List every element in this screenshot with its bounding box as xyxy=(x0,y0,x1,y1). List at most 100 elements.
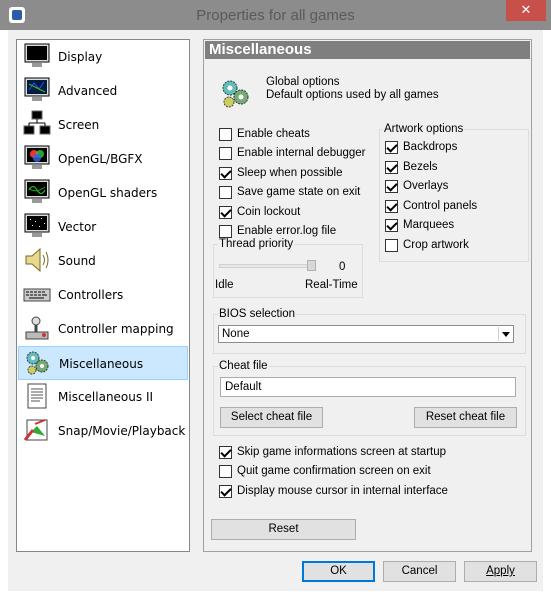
network-screens-icon xyxy=(23,110,51,135)
sidebar-item-label: Controller mapping xyxy=(58,322,174,336)
checkbox-label: Control panels xyxy=(403,200,478,212)
checkbox-box[interactable] xyxy=(385,218,398,232)
checkbox-label: Enable internal debugger xyxy=(237,147,366,159)
artwork-options-title: Artwork options xyxy=(383,123,465,135)
reset-cheat-file-button[interactable]: Reset cheat file xyxy=(414,407,517,428)
select-cheat-file-button[interactable]: Select cheat file xyxy=(220,407,323,428)
sidebar-item-label: OpenGL shaders xyxy=(58,186,158,200)
sidebar-item-label: Sound xyxy=(58,254,96,268)
sidebar-item-label: OpenGL/BGFX xyxy=(58,152,143,166)
thread-priority-max-label: Real-Time xyxy=(305,279,358,291)
checkbox-box[interactable] xyxy=(219,205,232,219)
sidebar-item-advanced[interactable]: Advanced xyxy=(18,74,188,108)
checkbox-box[interactable] xyxy=(219,127,232,141)
control-panels-checkbox[interactable]: Control panels xyxy=(385,198,477,214)
sidebar-item-label: Miscellaneous II xyxy=(58,390,154,404)
thread-priority-slider-track[interactable] xyxy=(219,264,315,268)
checkbox-label: Marquees xyxy=(403,219,455,231)
snapshot-icon xyxy=(23,419,48,441)
sidebar-item-miscellaneous[interactable]: Miscellaneous xyxy=(18,346,188,380)
overlays-checkbox[interactable]: Overlays xyxy=(385,178,448,194)
cheat-file-group: Cheat file Default Select cheat file Res… xyxy=(213,360,526,436)
monitor-icon xyxy=(24,43,50,67)
dialog-client: Display Advanced Screen OpenGL/BGFX Open… xyxy=(8,30,543,591)
sidebar-item-vector[interactable]: Vector xyxy=(18,210,188,244)
category-list[interactable]: Display Advanced Screen OpenGL/BGFX Open… xyxy=(16,39,190,552)
checkbox-label: Enable error.log file xyxy=(237,225,337,237)
sidebar-item-label: Miscellaneous xyxy=(59,357,144,371)
keyboard-icon xyxy=(23,288,51,302)
error-log-checkbox[interactable]: Enable error.log file xyxy=(219,223,336,239)
checkbox-box[interactable] xyxy=(385,140,398,154)
global-options-title: Global options xyxy=(266,76,340,88)
skip-game-info-checkbox[interactable]: Skip game informations screen at startup xyxy=(219,444,446,460)
enable-cheats-checkbox[interactable]: Enable cheats xyxy=(219,126,310,142)
sidebar-item-label: Display xyxy=(58,50,103,64)
opengl-bgfx-icon xyxy=(24,145,50,169)
checkbox-box[interactable] xyxy=(219,146,232,160)
checkbox-box[interactable] xyxy=(219,484,232,498)
checkbox-box[interactable] xyxy=(219,224,232,238)
global-options-subtitle: Default options used by all games xyxy=(266,89,439,101)
sidebar-item-miscellaneous-ii[interactable]: Miscellaneous II xyxy=(18,380,188,414)
bios-selection-group: BIOS selection None xyxy=(213,308,526,354)
checkbox-box[interactable] xyxy=(219,166,232,180)
thread-priority-value: 0 xyxy=(339,261,346,273)
sidebar-item-label: Screen xyxy=(58,118,100,132)
display-mouse-cursor-checkbox[interactable]: Display mouse cursor in internal interfa… xyxy=(219,483,448,499)
global-options-text: Global options Default options used by a… xyxy=(266,76,439,102)
checkbox-box[interactable] xyxy=(385,160,398,174)
sidebar-item-opengl-bgfx[interactable]: OpenGL/BGFX xyxy=(18,142,188,176)
window-title: Properties for all games xyxy=(196,7,355,24)
document-icon xyxy=(27,383,47,409)
checkbox-box[interactable] xyxy=(385,238,398,252)
coin-lockout-checkbox[interactable]: Coin lockout xyxy=(219,204,300,220)
checkbox-label: Backdrops xyxy=(403,141,458,153)
checkbox-label: Coin lockout xyxy=(237,206,301,218)
bezels-checkbox[interactable]: Bezels xyxy=(385,159,438,175)
checkbox-label: Save game state on exit xyxy=(237,186,361,198)
misc-gears-icon xyxy=(26,351,49,375)
close-button[interactable]: ✕ xyxy=(506,0,546,21)
sidebar-item-label: Vector xyxy=(58,220,97,234)
sidebar-item-controller-mapping[interactable]: Controller mapping xyxy=(18,312,188,346)
sidebar-item-snap-movie-playback[interactable]: Snap/Movie/Playback xyxy=(18,414,188,448)
marquees-checkbox[interactable]: Marquees xyxy=(385,217,454,233)
vector-icon xyxy=(24,213,50,237)
checkbox-box[interactable] xyxy=(219,464,232,478)
checkbox-label: Display mouse cursor in internal interfa… xyxy=(237,485,448,497)
save-state-checkbox[interactable]: Save game state on exit xyxy=(219,184,360,200)
checkbox-box[interactable] xyxy=(385,199,398,213)
backdrops-checkbox[interactable]: Backdrops xyxy=(385,139,457,155)
sidebar-item-label: Advanced xyxy=(58,84,118,98)
enable-debugger-checkbox[interactable]: Enable internal debugger xyxy=(219,145,366,161)
sidebar-item-screen[interactable]: Screen xyxy=(18,108,188,142)
sidebar-item-display[interactable]: Display xyxy=(18,40,188,74)
sidebar-item-controllers[interactable]: Controllers xyxy=(18,278,188,312)
apply-button[interactable]: Apply xyxy=(464,561,537,582)
checkbox-box[interactable] xyxy=(219,185,232,199)
sidebar-item-label: Controllers xyxy=(58,288,124,302)
checkbox-label: Overlays xyxy=(403,180,449,192)
quit-confirmation-checkbox[interactable]: Quit game confirmation screen on exit xyxy=(219,463,431,479)
reset-button[interactable]: Reset xyxy=(211,519,356,540)
cheat-file-input[interactable]: Default xyxy=(220,377,516,397)
miscellaneous-panel: Miscellaneous Global options Default opt… xyxy=(203,39,532,552)
joystick-icon xyxy=(25,316,49,340)
checkbox-box[interactable] xyxy=(219,445,232,459)
thread-priority-slider-thumb[interactable] xyxy=(307,260,316,271)
sleep-when-possible-checkbox[interactable]: Sleep when possible xyxy=(219,165,343,181)
bios-selection-dropdown[interactable]: None xyxy=(218,325,514,343)
ok-button[interactable]: OK xyxy=(302,561,375,582)
chevron-down-icon[interactable] xyxy=(498,327,512,341)
sidebar-item-opengl-shaders[interactable]: OpenGL shaders xyxy=(18,176,188,210)
sidebar-item-sound[interactable]: Sound xyxy=(18,244,188,278)
crop-artwork-checkbox[interactable]: Crop artwork xyxy=(385,237,469,253)
title-bar: Properties for all games ✕ xyxy=(0,0,551,30)
cancel-button[interactable]: Cancel xyxy=(383,561,456,582)
bios-selection-value: None xyxy=(222,328,250,340)
cheat-file-title: Cheat file xyxy=(218,360,269,372)
checkbox-box[interactable] xyxy=(385,179,398,193)
panel-header: Miscellaneous xyxy=(205,41,530,59)
cheat-file-value: Default xyxy=(225,381,262,393)
